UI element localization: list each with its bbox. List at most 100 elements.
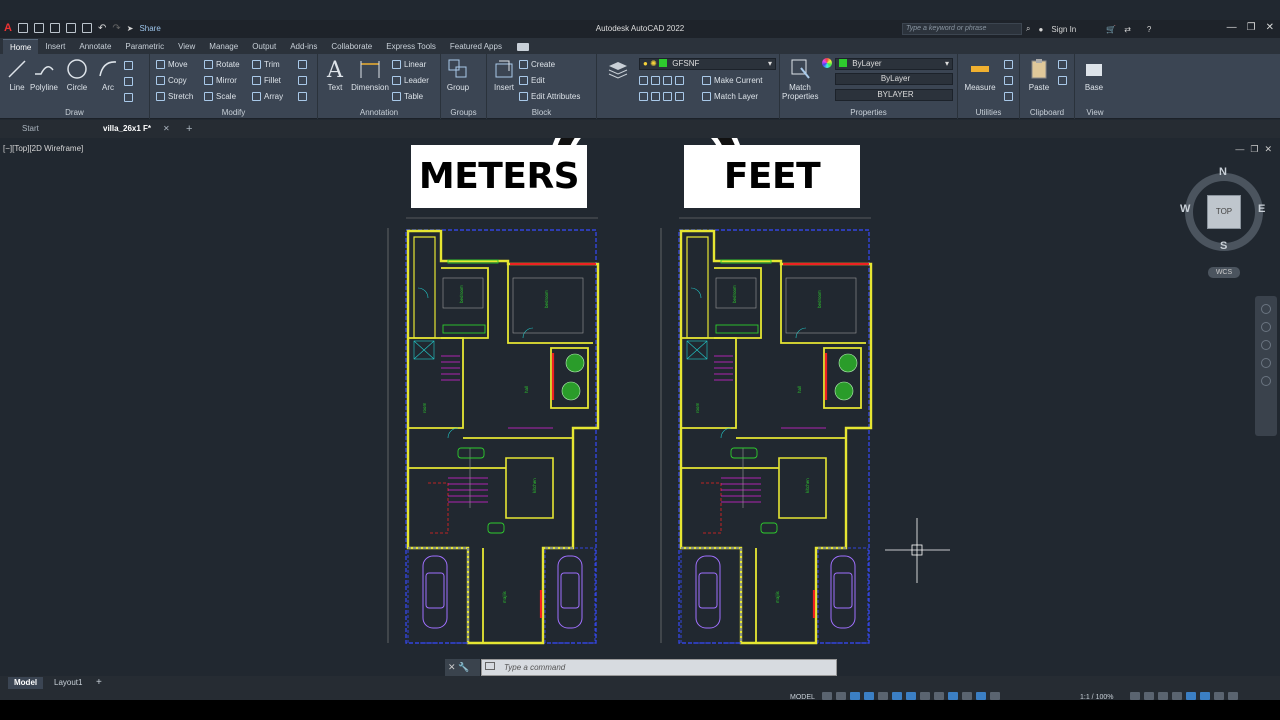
groups-panel-title[interactable]: Groups [441,108,486,117]
measure-button[interactable]: Measure [960,58,1000,92]
share-button[interactable]: Share [139,24,160,33]
tab-collaborate[interactable]: Collaborate [324,39,379,54]
tab-express-tools[interactable]: Express Tools [379,39,443,54]
scale-button[interactable]: Scale [204,89,236,103]
drawing-tab[interactable]: villa_26x1 F* [103,120,151,138]
auto-scale-icon[interactable] [990,692,1000,700]
model-tab[interactable]: Model [8,677,44,689]
match-properties-button[interactable]: Match Properties [782,58,818,101]
hardware-acceleration-icon[interactable] [1186,692,1196,700]
text-button[interactable]: A Text [318,58,352,92]
offset-button[interactable] [298,89,307,103]
minimize-icon[interactable]: — [1227,22,1237,33]
tab-view[interactable]: View [171,39,202,54]
gradient-button[interactable] [124,90,133,104]
tab-output[interactable]: Output [245,39,283,54]
modify-panel-title[interactable]: Modify [150,108,317,117]
isodraft-icon[interactable] [878,692,888,700]
tab-insert[interactable]: Insert [38,39,72,54]
arc-button[interactable]: Arc [91,58,125,92]
navigation-bar[interactable] [1255,296,1277,436]
new-tab-icon[interactable]: + [186,120,192,138]
polyline-button[interactable]: Polyline [27,58,61,92]
layer-properties-button[interactable] [601,58,635,83]
share-icon[interactable]: ➤ [127,24,134,33]
object-snap-tracking-icon[interactable] [892,692,902,700]
fillet-button[interactable]: Fillet [252,73,281,87]
viewcube-top-face[interactable]: TOP [1207,195,1241,229]
clean-screen-icon[interactable] [1214,692,1224,700]
ribbon-toggle-icon[interactable] [516,43,529,51]
open-file-icon[interactable] [33,23,44,33]
help-search-input[interactable]: Type a keyword or phrase [902,23,1022,35]
3d-osnap-icon[interactable] [962,692,972,700]
move-button[interactable]: Move [156,57,188,71]
compass-north[interactable]: N [1219,166,1227,178]
trim-button[interactable]: Trim [252,57,280,71]
steering-wheel-icon[interactable] [1261,304,1271,314]
quick-select-button[interactable] [1004,57,1013,71]
clipboard-panel-title[interactable]: Clipboard [1020,108,1074,117]
layout1-tab[interactable]: Layout1 [48,677,88,689]
tab-manage[interactable]: Manage [202,39,245,54]
polar-icon[interactable] [864,692,874,700]
linear-button[interactable]: Linear [392,57,426,71]
erase-button[interactable] [298,57,307,71]
drawing-viewport[interactable]: [−][Top][2D Wireframe] — ❐ ✕ bedroom bed… [0,138,1280,674]
dimension-button[interactable]: Dimension [350,58,390,92]
redo-icon[interactable]: ↷ [112,23,120,34]
transparency-icon[interactable] [934,692,944,700]
selection-cycling-icon[interactable] [948,692,958,700]
command-input[interactable]: Type a command [481,659,837,676]
close-icon[interactable]: ✕ [1266,22,1274,33]
command-history-icon[interactable] [485,662,495,670]
cut-button[interactable] [1058,57,1067,71]
make-current-button[interactable]: Make Current [702,73,762,87]
layer-dropdown[interactable]: ● ✺ GFSNF ▾ [639,58,776,70]
wcs-menu[interactable]: WCS [1208,267,1240,278]
save-icon[interactable] [49,23,60,33]
view-panel-title[interactable]: View [1075,108,1115,117]
rectangle-button[interactable] [124,58,133,72]
ortho-icon[interactable] [850,692,860,700]
color-dropdown[interactable]: ByLayer ▾ [835,58,953,70]
annotation-monitor-icon[interactable] [1144,692,1154,700]
circle-button[interactable]: Circle [60,58,94,92]
explode-button[interactable] [298,73,307,87]
edit-attributes-button[interactable]: Edit Attributes [519,89,580,103]
help-icon[interactable]: ? [1147,25,1151,34]
tab-annotate[interactable]: Annotate [72,39,118,54]
utilities-panel-title[interactable]: Utilities [958,108,1019,117]
zoom-icon[interactable] [1261,340,1271,350]
compass-south[interactable]: S [1220,240,1227,252]
new-file-icon[interactable] [17,23,28,33]
exchange-icon[interactable]: ⇄ [1124,25,1131,34]
tab-featured-apps[interactable]: Featured Apps [443,39,509,54]
linetype-dropdown[interactable]: ByLayer [835,73,953,85]
customization-icon[interactable] [1228,692,1238,700]
restore-icon[interactable]: ❐ [1247,22,1256,33]
annotation-visibility-icon[interactable] [976,692,986,700]
object-snap-icon[interactable] [906,692,916,700]
add-layout-icon[interactable]: + [90,677,108,689]
undo-icon[interactable]: ↶ [98,23,106,34]
match-layer-button[interactable]: Match Layer [702,89,758,103]
print-icon[interactable] [81,23,92,33]
close-tab-icon[interactable]: ✕ [163,120,170,138]
layer-tools-row-2[interactable] [639,89,684,103]
cart-icon[interactable]: 🛒 [1106,25,1116,34]
insert-block-button[interactable]: Insert [487,58,521,92]
properties-panel-title[interactable]: Properties [780,108,957,117]
copy-clip-button[interactable] [1058,73,1067,87]
array-button[interactable]: Array [252,89,283,103]
isolate-objects-icon[interactable] [1200,692,1210,700]
base-button[interactable]: Base [1077,58,1111,92]
save-as-icon[interactable] [65,23,76,33]
edit-block-button[interactable]: Edit [519,73,545,87]
layer-tools-row-1[interactable] [639,73,684,87]
command-line-controls[interactable]: ✕ 🔧 [445,659,480,676]
workspace-icon[interactable] [1130,692,1140,700]
lineweight-dropdown[interactable]: BYLAYER [835,89,953,101]
autocad-logo-icon[interactable]: A [4,22,12,34]
block-panel-title[interactable]: Block [487,108,596,117]
